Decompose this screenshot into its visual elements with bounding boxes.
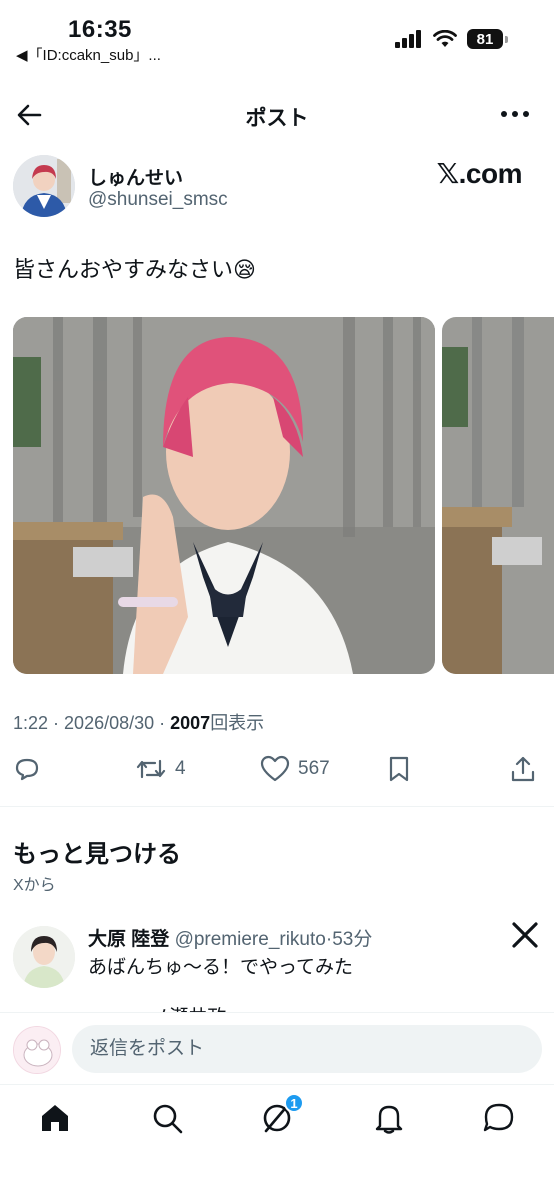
post-text: 皆さんおやすみなさい😪 (13, 257, 256, 282)
share-icon (511, 756, 535, 782)
like-count: 567 (298, 758, 330, 779)
grok-tab[interactable]: 1 (260, 1093, 304, 1135)
repost-button[interactable]: 4 (135, 755, 186, 783)
recommended-post-time: 53分 (332, 929, 373, 950)
battery-icon: 81 (467, 29, 503, 49)
post-photo-2[interactable] (442, 317, 554, 674)
post-date: 2026/08/30 (64, 713, 155, 733)
status-time: 16:35 (68, 16, 132, 43)
signal-icon (395, 30, 421, 48)
meta-separator: · (154, 713, 171, 733)
messages-icon[interactable] (482, 1101, 516, 1135)
discover-more-heading: もっと見つける (13, 841, 181, 868)
more-horizontal-icon[interactable] (500, 104, 530, 124)
post-meta: 1:22 · 2026/08/30 · 2007回表示 (13, 709, 264, 735)
post-header: ポスト (0, 90, 554, 138)
heart-icon (260, 755, 290, 782)
divider (0, 806, 554, 807)
author-name[interactable]: しゅんせい (88, 163, 183, 190)
x-logo-icon (512, 922, 538, 948)
current-user-avatar[interactable] (13, 1026, 61, 1074)
reply-composer: 返信をポスト (0, 1012, 554, 1084)
post-photo-1[interactable] (13, 317, 435, 674)
recommended-author-handle[interactable]: @premiere_rikuto (175, 929, 326, 950)
recommended-author-name[interactable]: 大原 陸登 (88, 929, 169, 950)
bookmark-button[interactable] (386, 755, 412, 783)
notification-badge: 1 (284, 1093, 304, 1113)
status-icons: 81 (395, 29, 508, 49)
notifications-icon[interactable] (372, 1101, 406, 1135)
repost-icon (136, 759, 166, 779)
wifi-icon (433, 30, 457, 47)
reply-button[interactable] (13, 755, 41, 783)
recommended-author-avatar[interactable] (13, 926, 75, 988)
bottom-tab-bar: 1 (0, 1084, 554, 1200)
recommended-post-text: あばんちゅ〜る！でやってみた (88, 957, 354, 978)
page-title: ポスト (245, 107, 309, 130)
post-time: 1:22 (13, 713, 49, 733)
x-com-logo: 𝕏.com (436, 158, 523, 189)
home-icon[interactable] (38, 1101, 72, 1135)
battery-nub (505, 35, 508, 43)
like-button[interactable]: 567 (260, 755, 330, 783)
reply-icon (15, 758, 39, 781)
back-to-app-link[interactable]: ◀「ID:ccakn_sub」... (16, 44, 161, 65)
discover-more-subtitle: Xから (13, 877, 56, 894)
search-icon[interactable] (150, 1101, 184, 1135)
status-bar: 16:35 ◀「ID:ccakn_sub」... 81 (0, 0, 554, 70)
repost-count: 4 (175, 758, 186, 779)
view-count-label: 回表示 (210, 713, 265, 733)
meta-separator: · (48, 713, 65, 733)
post-actions: 4 567 (0, 750, 554, 790)
share-button[interactable] (510, 755, 536, 783)
reply-input[interactable]: 返信をポスト (72, 1025, 542, 1073)
author-handle[interactable]: @shunsei_smsc (88, 189, 228, 211)
recommended-post-header: 大原 陸登 @premiere_rikuto·53分 (88, 924, 372, 951)
author-avatar[interactable] (13, 155, 75, 217)
bookmark-icon (389, 756, 409, 782)
view-count[interactable]: 2007 (170, 713, 210, 733)
